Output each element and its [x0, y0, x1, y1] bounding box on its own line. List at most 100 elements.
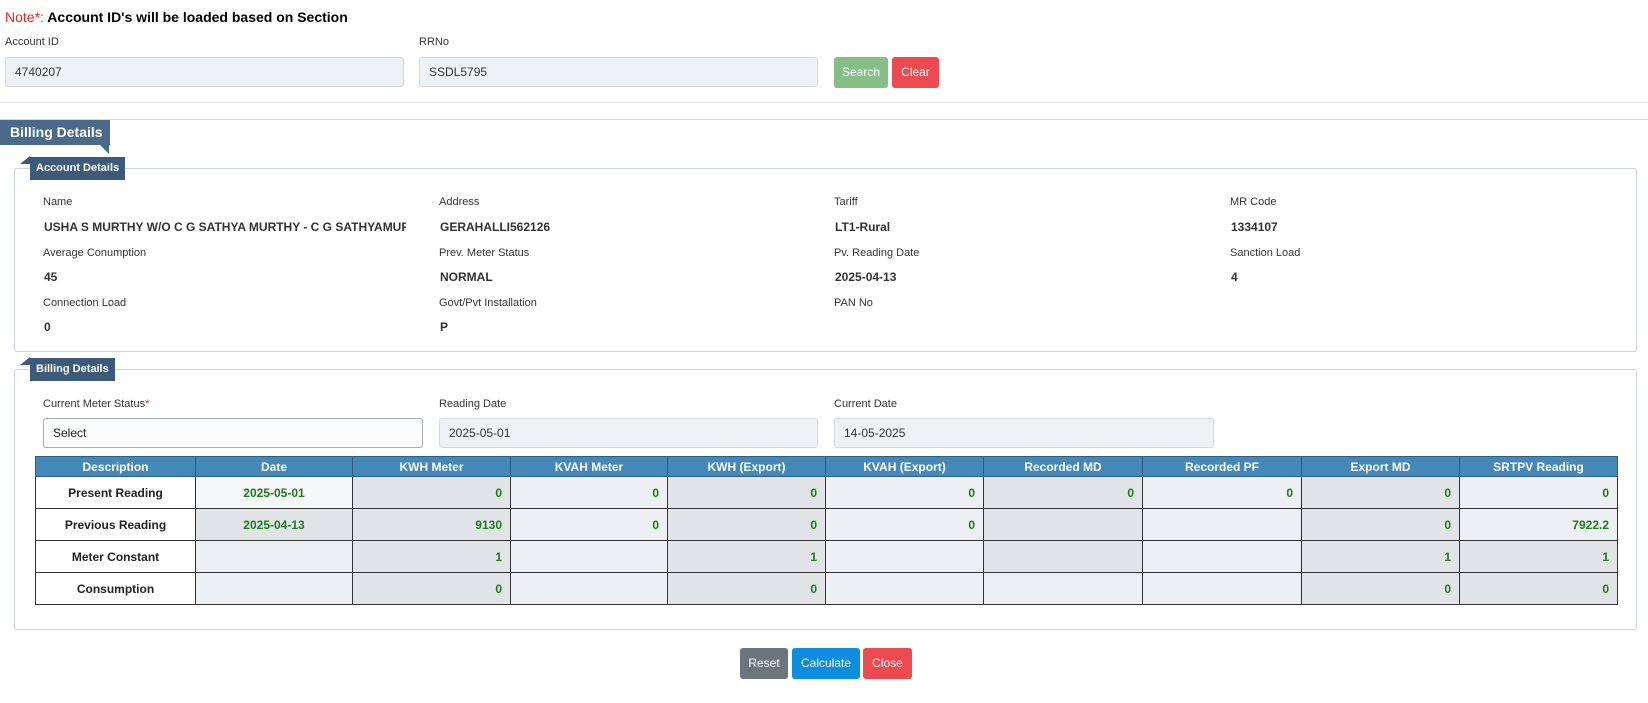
billing-details-legend: Billing Details	[30, 358, 115, 381]
sanction-load-label: Sanction Load	[1230, 247, 1301, 259]
search-button[interactable]: Search	[834, 57, 888, 88]
row-description: Previous Reading	[35, 508, 196, 541]
name-label: Name	[43, 196, 73, 208]
current-date-input[interactable]: 14-05-2025	[834, 418, 1214, 448]
col-date: Date	[195, 456, 353, 477]
col-recorded-md: Recorded MD	[983, 456, 1143, 477]
col-srtpv-reading: SRTPV Reading	[1459, 456, 1618, 477]
col-kwh-export: KWH (Export)	[667, 456, 826, 477]
row-description: Consumption	[35, 572, 196, 605]
meter-status-label: Current Meter Status*	[43, 398, 149, 410]
row-description: Present Reading	[35, 476, 196, 509]
consumption-kvah-cell	[510, 572, 668, 605]
tariff-label: Tariff	[834, 196, 858, 208]
previous-recorded-md-cell	[983, 508, 1143, 541]
meter-status-label-text: Current Meter Status	[43, 398, 146, 410]
connection-load-value: 0	[44, 320, 51, 334]
mr-code-label: MR Code	[1230, 196, 1277, 208]
previous-recorded-pf-cell	[1142, 508, 1302, 541]
calculate-button[interactable]: Calculate	[792, 648, 860, 679]
reading-date-input[interactable]: 2025-05-01	[439, 418, 818, 448]
consumption-kwh-export-cell: 0	[667, 572, 826, 605]
present-kvah-cell[interactable]: 0	[510, 476, 668, 509]
previous-kwh-cell: 9130	[352, 508, 511, 541]
constant-recorded-md-cell	[983, 540, 1143, 573]
constant-kwh-export-cell: 1	[667, 540, 826, 573]
constant-srtpv-cell: 1	[1459, 540, 1618, 573]
col-description: Description	[35, 456, 196, 477]
col-export-md: Export MD	[1301, 456, 1460, 477]
col-kvah-meter: KVAH Meter	[510, 456, 668, 477]
prev-meter-status-label: Prev. Meter Status	[439, 247, 530, 259]
account-details-panel	[14, 168, 1637, 352]
rrno-input[interactable]: SSDL5795	[419, 57, 818, 87]
previous-kvah-cell: 0	[510, 508, 668, 541]
rrno-label: RRNo	[419, 36, 449, 48]
consumption-recorded-md-cell	[983, 572, 1143, 605]
present-export-md-cell[interactable]: 0	[1301, 476, 1460, 509]
constant-kwh-cell: 1	[352, 540, 511, 573]
present-recorded-md-cell[interactable]: 0	[983, 476, 1143, 509]
divider	[0, 102, 1648, 103]
installation-label: Govt/Pvt Installation	[439, 297, 537, 309]
table-row: Present Reading 2025-05-01 0 0 0 0 0 0 0…	[35, 476, 1618, 509]
account-details-legend: Account Details	[30, 157, 126, 180]
present-recorded-pf-cell[interactable]: 0	[1142, 476, 1302, 509]
pan-no-label: PAN No	[834, 297, 873, 309]
col-kwh-meter: KWH Meter	[352, 456, 511, 477]
reset-button[interactable]: Reset	[740, 648, 788, 679]
account-id-label: Account ID	[5, 36, 59, 48]
constant-kvah-cell	[510, 540, 668, 573]
average-consumption-label: Average Conumption	[43, 247, 147, 259]
table-header-row: Description Date KWH Meter KVAH Meter KW…	[35, 456, 1618, 477]
pv-reading-date-label: Pv. Reading Date	[834, 247, 920, 259]
consumption-recorded-pf-cell	[1142, 572, 1302, 605]
table-row: Consumption 0 0 0 0	[35, 572, 1618, 605]
section-note: Note*: Account ID's will be loaded based…	[5, 9, 348, 25]
sanction-load-value: 4	[1231, 270, 1238, 284]
present-kwh-export-cell[interactable]: 0	[667, 476, 826, 509]
table-row: Previous Reading 2025-04-13 9130 0 0 0 0…	[35, 508, 1618, 541]
previous-date-cell: 2025-04-13	[195, 508, 353, 541]
connection-load-label: Connection Load	[43, 297, 127, 309]
reading-date-label: Reading Date	[439, 398, 507, 410]
account-id-input[interactable]: 4740207	[5, 57, 404, 87]
address-label: Address	[439, 196, 480, 208]
divider	[0, 119, 1648, 120]
present-kwh-cell[interactable]: 0	[352, 476, 511, 509]
previous-kvah-export-cell: 0	[825, 508, 984, 541]
present-kvah-export-cell[interactable]: 0	[825, 476, 984, 509]
close-button[interactable]: Close	[863, 648, 912, 679]
average-consumption-value: 45	[44, 270, 58, 284]
col-recorded-pf: Recorded PF	[1142, 456, 1302, 477]
legend-corner	[20, 357, 30, 365]
table-row: Meter Constant 1 1 1 1	[35, 540, 1618, 573]
installation-value: P	[440, 320, 449, 334]
note-text: Account ID's will be loaded based on Sec…	[43, 9, 348, 25]
prev-meter-status-value: NORMAL	[440, 270, 493, 284]
constant-date-cell	[195, 540, 353, 573]
present-date-cell[interactable]: 2025-05-01	[195, 476, 353, 509]
tab-corner	[100, 145, 109, 154]
required-marker: *	[145, 398, 150, 410]
consumption-kwh-cell: 0	[352, 572, 511, 605]
clear-button[interactable]: Clear	[892, 57, 939, 88]
meter-status-select[interactable]: Select	[43, 418, 423, 448]
address-value: GERAHALLI562126	[440, 220, 551, 234]
billing-details-tab: Billing Details	[0, 120, 110, 145]
previous-kwh-export-cell: 0	[667, 508, 826, 541]
constant-recorded-pf-cell	[1142, 540, 1302, 573]
present-srtpv-cell[interactable]: 0	[1459, 476, 1618, 509]
constant-kvah-export-cell	[825, 540, 984, 573]
name-value: USHA S MURTHY W/O C G SATHYA MURTHY - C …	[44, 220, 406, 234]
previous-export-md-cell: 0	[1301, 508, 1460, 541]
consumption-srtpv-cell: 0	[1459, 572, 1618, 605]
tariff-value: LT1-Rural	[835, 220, 891, 234]
consumption-kvah-export-cell	[825, 572, 984, 605]
pv-reading-date-value: 2025-04-13	[835, 270, 897, 284]
legend-corner	[20, 156, 30, 164]
billing-table: Description Date KWH Meter KVAH Meter KW…	[35, 456, 1618, 605]
constant-export-md-cell: 1	[1301, 540, 1460, 573]
mr-code-value: 1334107	[1231, 220, 1278, 234]
current-date-label: Current Date	[834, 398, 897, 410]
